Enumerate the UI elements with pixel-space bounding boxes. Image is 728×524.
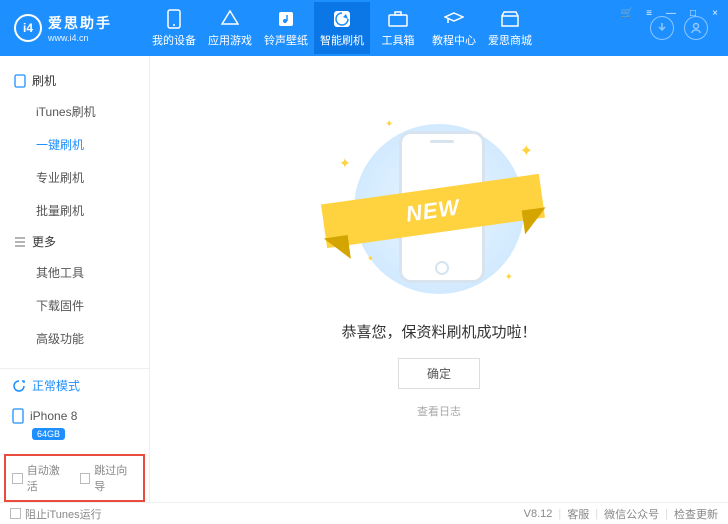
nav-toolbox[interactable]: 工具箱: [370, 2, 426, 54]
checkbox-icon: [80, 473, 91, 484]
apps-icon: [202, 8, 258, 30]
status-label: 正常模式: [32, 377, 80, 394]
brand-site: www.i4.cn: [48, 33, 112, 43]
sidebar-group-more: 更多: [0, 227, 149, 256]
minimize-button[interactable]: —: [664, 6, 678, 20]
update-link[interactable]: 检查更新: [674, 506, 718, 522]
success-illustration: ✦ ✦ ✦ ✦ ✦ NEW: [339, 119, 539, 299]
check-label: 阻止iTunes运行: [25, 506, 102, 522]
sidebar: 刷机 iTunes刷机 一键刷机 专业刷机 批量刷机 更多 其他工具 下载固件 …: [0, 56, 150, 502]
star-icon: ✦: [367, 254, 374, 263]
nav-my-device[interactable]: 我的设备: [146, 2, 202, 54]
nav-label: 教程中心: [426, 32, 482, 48]
check-skip-guide[interactable]: 跳过向导: [80, 462, 138, 494]
close-button[interactable]: ×: [708, 6, 722, 20]
nav-store[interactable]: 爱思商城: [482, 2, 538, 54]
version-label: V8.12: [524, 508, 553, 520]
nav-label: 应用游戏: [202, 32, 258, 48]
sidebar-group-flash: 刷机: [0, 66, 149, 95]
device-icon: [146, 8, 202, 30]
statusbar: 阻止iTunes运行 V8.12 | 客服 | 微信公众号 | 检查更新: [0, 502, 728, 524]
nav-flash[interactable]: 智能刷机: [314, 2, 370, 54]
list-icon: [14, 236, 26, 248]
graduation-icon: [426, 8, 482, 30]
check-block-itunes[interactable]: 阻止iTunes运行: [10, 506, 102, 522]
nav-apps[interactable]: 应用游戏: [202, 2, 258, 54]
sidebar-item-download-firmware[interactable]: 下载固件: [0, 289, 149, 322]
device-info[interactable]: iPhone 8 64GB: [0, 402, 149, 450]
phone-icon: [12, 408, 24, 424]
music-icon: [258, 8, 314, 30]
top-nav: 我的设备 应用游戏 铃声壁纸 智能刷机 工具箱 教程中心 爱思商城: [146, 2, 638, 54]
menu-icon[interactable]: ≡: [642, 6, 656, 20]
brand-name: 爱思助手: [48, 13, 112, 33]
logo-icon: i4: [14, 14, 42, 42]
star-icon: ✦: [520, 141, 533, 161]
group-title: 刷机: [32, 72, 56, 89]
device-mode-status[interactable]: 正常模式: [0, 368, 149, 402]
nav-tutorial[interactable]: 教程中心: [426, 2, 482, 54]
star-icon: ✦: [385, 119, 393, 130]
star-icon: ✦: [339, 155, 351, 172]
highlighted-checks: 自动激活 跳过向导: [4, 454, 145, 502]
sidebar-item-other-tools[interactable]: 其他工具: [0, 256, 149, 289]
checkbox-icon: [12, 473, 23, 484]
checkbox-icon: [10, 508, 21, 519]
titlebar: i4 爱思助手 www.i4.cn 我的设备 应用游戏 铃声壁纸 智能刷机 工具…: [0, 0, 728, 56]
nav-label: 爱思商城: [482, 32, 538, 48]
phone-icon: [14, 74, 26, 88]
group-title: 更多: [32, 233, 56, 250]
sidebar-item-itunes-flash[interactable]: iTunes刷机: [0, 95, 149, 128]
wechat-link[interactable]: 微信公众号: [604, 506, 659, 522]
view-log-link[interactable]: 查看日志: [417, 403, 461, 419]
maximize-button[interactable]: □: [686, 6, 700, 20]
success-message: 恭喜您，保资料刷机成功啦！: [341, 321, 536, 342]
device-name: iPhone 8: [30, 409, 77, 423]
refresh-icon: [12, 379, 26, 393]
nav-label: 我的设备: [146, 32, 202, 48]
check-label: 自动激活: [27, 462, 70, 494]
ok-button[interactable]: 确定: [398, 358, 480, 389]
sidebar-item-pro-flash[interactable]: 专业刷机: [0, 161, 149, 194]
toolbox-icon: [370, 8, 426, 30]
nav-label: 智能刷机: [314, 32, 370, 48]
flash-icon: [314, 8, 370, 30]
check-auto-activate[interactable]: 自动激活: [12, 462, 70, 494]
cart-icon[interactable]: 🛒: [620, 6, 634, 20]
brand-logo: i4 爱思助手 www.i4.cn: [8, 13, 146, 43]
sidebar-item-batch-flash[interactable]: 批量刷机: [0, 194, 149, 227]
nav-ringtone[interactable]: 铃声壁纸: [258, 2, 314, 54]
storage-badge: 64GB: [32, 428, 65, 440]
nav-label: 铃声壁纸: [258, 32, 314, 48]
star-icon: ✦: [505, 272, 513, 283]
main-content: ✦ ✦ ✦ ✦ ✦ NEW 恭喜您，保资料刷机成功啦！ 确定 查看日志: [150, 56, 728, 502]
nav-label: 工具箱: [370, 32, 426, 48]
check-label: 跳过向导: [94, 462, 137, 494]
support-link[interactable]: 客服: [567, 506, 589, 522]
window-controls: 🛒 ≡ — □ ×: [620, 2, 722, 20]
sidebar-item-oneclick-flash[interactable]: 一键刷机: [0, 128, 149, 161]
sidebar-item-advanced[interactable]: 高级功能: [0, 322, 149, 355]
store-icon: [482, 8, 538, 30]
